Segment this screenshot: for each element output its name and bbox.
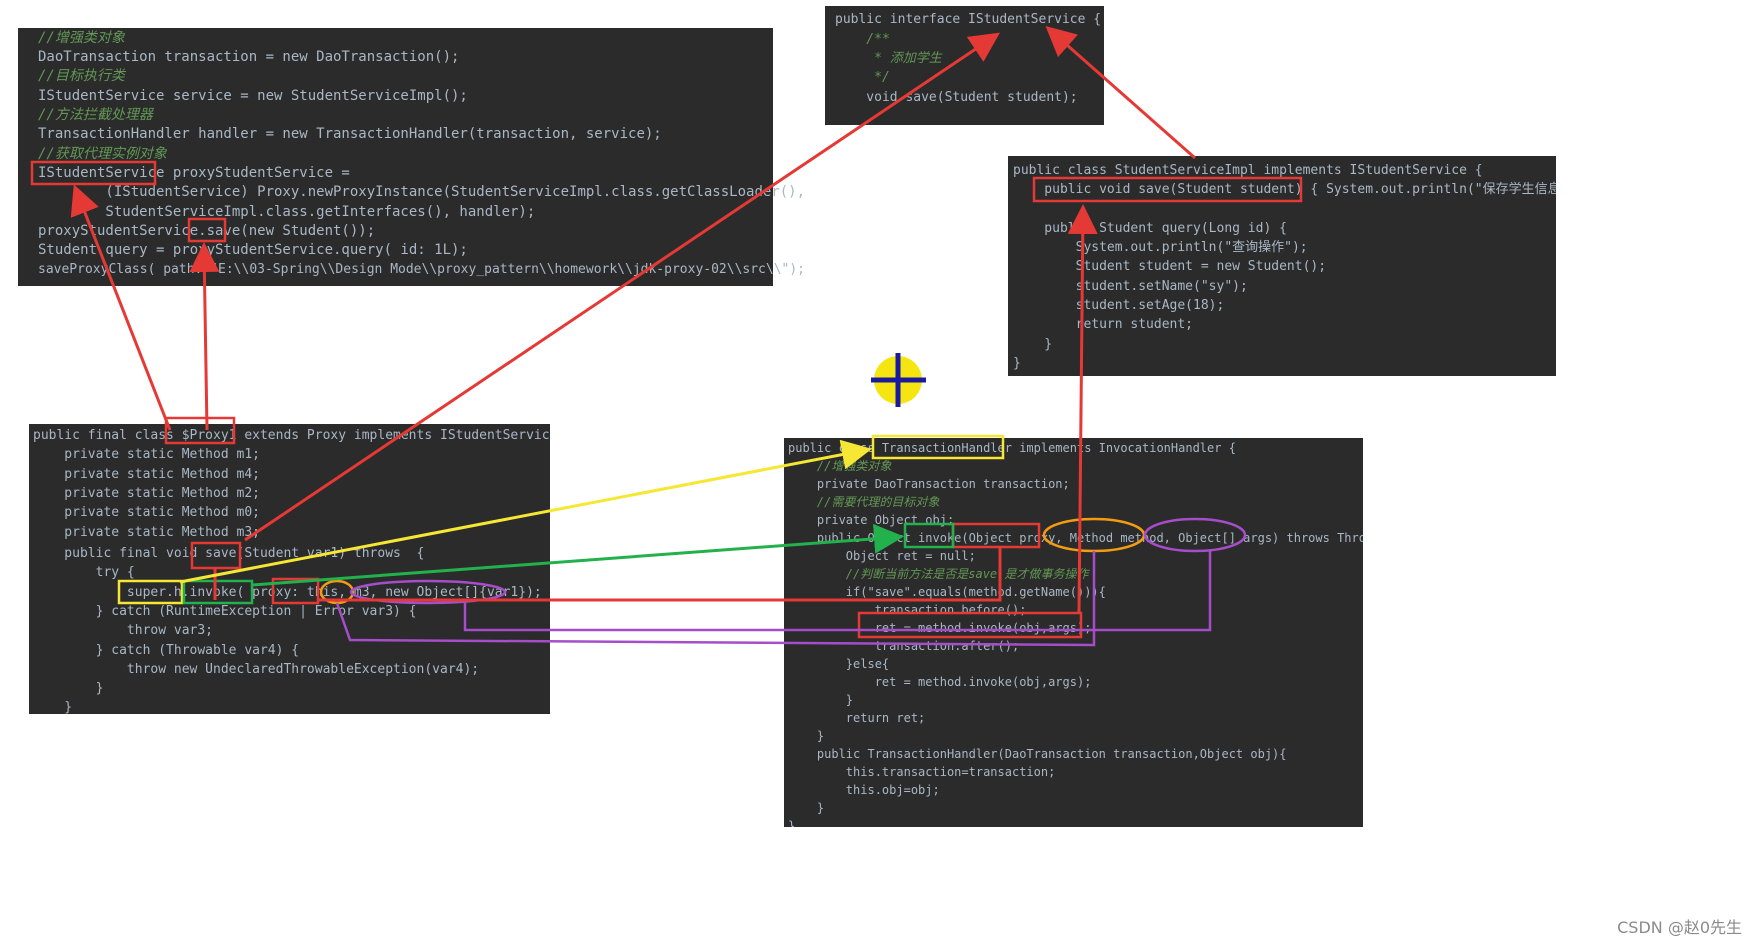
code-line: } [788,693,854,707]
code-line: public void save(Student student) { Syst… [1013,182,1556,197]
code-line: } [33,700,73,714]
code-line: //方法拦截处理器 [38,107,153,123]
code-line: Object ret = null; [788,549,976,563]
code-line: public Student query(Long id) { [1013,221,1287,236]
code-line: }else{ [788,657,890,671]
code-line: if("save".equals(method.getName())){ [788,585,1106,599]
impl-code-panel: public class StudentServiceImpl implemen… [1008,156,1556,376]
watermark: CSDN @赵0先生 [1617,918,1742,937]
code-line: StudentServiceImpl.class.getInterfaces()… [38,204,536,220]
code-line: } [1013,356,1021,371]
code-line: transaction.before(); [788,603,1027,617]
handler-class-panel: public class TransactionHandler implemen… [784,438,1363,827]
code-line: public class TransactionHandler implemen… [788,441,1236,455]
code-line: } [1013,337,1053,352]
code-line: ret = method.invoke(obj,args); [788,675,1092,689]
code-line: } catch (RuntimeException | Error var3) … [33,604,417,619]
code-line: throw new UndeclaredThrowableException(v… [33,662,480,677]
code-line: this.transaction=transaction; [788,765,1056,779]
code-line: } [33,681,104,696]
code-line: public TransactionHandler(DaoTransaction… [788,747,1287,761]
code-line: private static Method m0; [33,505,260,520]
code-line: private static Method m1; [33,447,260,462]
code-line: Student student = new Student(); [1013,259,1327,274]
code-line: //需要代理的目标对象 [788,495,940,509]
code-line: throw var3; [33,623,214,638]
code-line: DaoTransaction transaction = new DaoTran… [38,49,460,65]
code-line: saveProxyClass( path: "E:\\03-Spring\\De… [38,262,806,277]
code-line: public class StudentServiceImpl implemen… [1013,163,1483,178]
code-line: private static Method m2; [33,486,260,501]
code-line: public final void save(Student var1) thr… [33,546,425,561]
code-line: public Object invoke(Object proxy, Metho… [788,531,1363,545]
code-line: student.setAge(18); [1013,298,1225,313]
code-line: TransactionHandler handler = new Transac… [38,126,662,142]
code-line: public final class $Proxy1 extends Proxy… [33,428,550,443]
code-line: IStudentService proxyStudentService = [38,165,350,181]
code-line: Student query = proxyStudentService.quer… [38,242,468,258]
client-code-panel: //增强类对象 DaoTransaction transaction = new… [18,28,805,286]
code-line: //目标执行类 [38,68,125,84]
code-line: try { [33,565,135,580]
code-line: /** [835,32,890,47]
code-line: //判断当前方法是否是save,是才做事务操作 [788,567,1089,581]
code-line: * 添加学生 [835,51,942,66]
code-line: } [788,819,796,827]
code-line: //获取代理实例对象 [38,146,167,162]
code-line: (IStudentService) Proxy.newProxyInstance… [38,184,806,200]
code-line: private DaoTransaction transaction; [788,477,1070,491]
code-line: return ret; [788,711,926,725]
code-line: //增强类对象 [38,30,125,46]
code-line: } [788,801,825,815]
code-line: ret = method.invoke(obj,args); [788,621,1092,635]
code-line: this.obj=obj; [788,783,940,797]
interface-code-panel: public interface IStudentService { /** *… [825,6,1104,125]
code-line: transaction.after(); [788,639,1020,653]
proxy-class-panel: public final class $Proxy1 extends Proxy… [29,424,550,714]
code-line: return student; [1013,317,1194,332]
code-line: private static Method m4; [33,467,260,482]
code-line: System.out.println("查询操作"); [1013,240,1308,255]
code-line: private static Method m3; [33,525,260,540]
code-line: super.h.invoke( proxy: this, m3, new Obj… [33,585,542,600]
code-line: proxyStudentService.save(new Student()); [38,223,376,239]
code-line: */ [835,70,890,85]
code-line: student.setName("sy"); [1013,279,1248,294]
crosshair-cursor-icon [871,353,926,407]
code-line: //增强类对象 [788,459,892,473]
code-line: public interface IStudentService { [835,12,1102,27]
code-line: private Object obj; [788,513,955,527]
code-line: IStudentService service = new StudentSer… [38,88,468,104]
code-line: } catch (Throwable var4) { [33,643,300,658]
code-line: void save(Student student); [835,90,1078,105]
code-line: } [788,729,825,743]
